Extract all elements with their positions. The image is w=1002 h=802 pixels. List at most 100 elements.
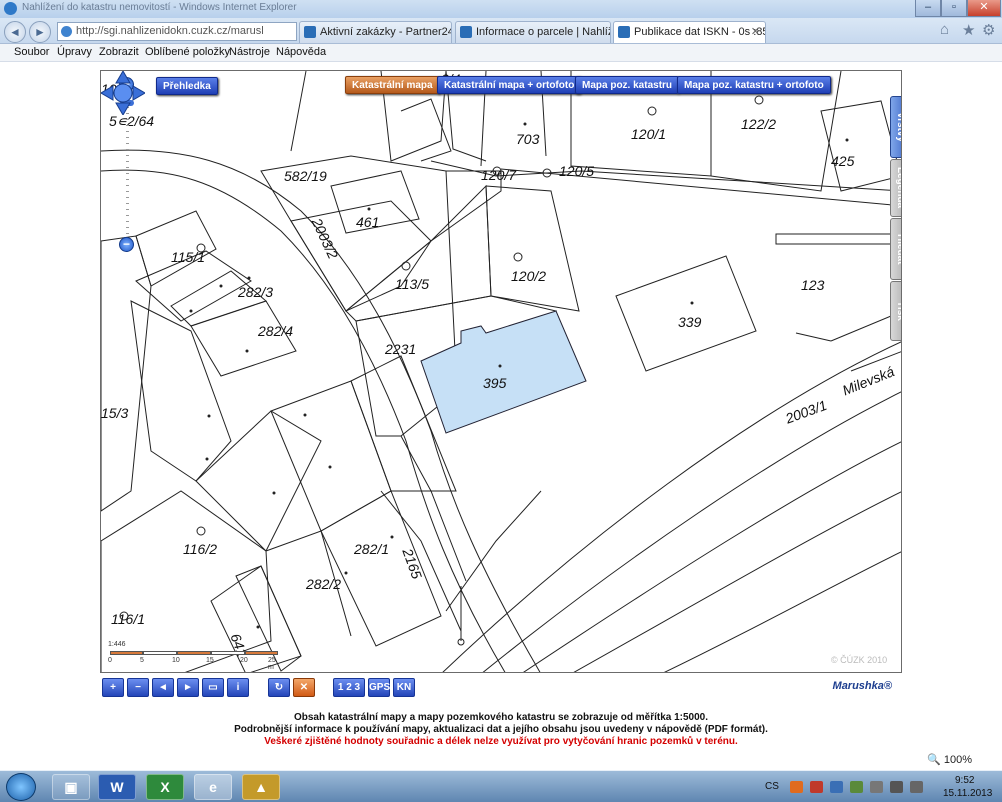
menu-zobrazit[interactable]: Zobrazit: [99, 46, 139, 58]
info-line-1: Obsah katastrální mapy a mapy pozemkovéh…: [293, 712, 709, 723]
tray-icon[interactable]: [870, 781, 883, 793]
tab-icon: [304, 26, 316, 38]
parcel-label: 282/1: [354, 541, 390, 557]
tab-tisk[interactable]: Tisk: [890, 281, 901, 341]
network-icon[interactable]: [890, 781, 903, 793]
info-button[interactable]: i: [227, 678, 249, 697]
selected-parcel-395[interactable]: [420, 310, 587, 434]
save-app-icon[interactable]: ▣: [52, 774, 90, 800]
volume-icon[interactable]: [910, 781, 923, 793]
tab-legenda[interactable]: Legenda: [890, 159, 901, 217]
overview-button[interactable]: Přehledka: [156, 77, 218, 95]
tab-label: Aktivní zakázky - Partner24: [320, 26, 452, 38]
parcel-label: 116/1: [111, 611, 145, 627]
parcel-label: 425: [831, 153, 855, 169]
parcel-label: 582/19: [284, 168, 327, 184]
info-line-2: Podrobnější informace k používání mapy, …: [234, 724, 768, 735]
word-icon[interactable]: W: [98, 774, 136, 800]
tray-icon[interactable]: [830, 781, 843, 793]
gps-button[interactable]: GPS: [368, 678, 390, 697]
parcel-label: 461: [356, 214, 380, 230]
layer-mapa-poz[interactable]: Mapa poz. katastru: [575, 76, 680, 94]
parcel-label: 282/2: [306, 576, 342, 592]
tools-gear-icon[interactable]: ⚙: [982, 21, 995, 39]
tab-informace[interactable]: Informace o parcele | Nahlížení...: [455, 21, 611, 43]
start-button[interactable]: [6, 773, 36, 801]
scale-tick: 10: [172, 657, 180, 664]
history-back-button[interactable]: ◄: [152, 678, 174, 697]
history-forward-button[interactable]: ►: [177, 678, 199, 697]
parcel-label: 339: [678, 314, 702, 330]
tray-icon[interactable]: [850, 781, 863, 793]
window-title: Nahlížení do katastru nemovitostí - Wind…: [22, 2, 297, 13]
excel-icon[interactable]: X: [146, 774, 184, 800]
layer-katastralni-mapa[interactable]: Katastrální mapa: [345, 76, 440, 94]
home-icon[interactable]: ⌂: [940, 21, 949, 38]
clock-time[interactable]: 9:52: [955, 775, 974, 786]
zoom-in-button[interactable]: +: [102, 678, 124, 697]
minimize-button[interactable]: ‒: [915, 0, 941, 17]
menu-oblibene[interactable]: Oblíbené položky: [145, 46, 230, 58]
navigation-bar: ◄ ► http://sgi.nahlizenidokn.cuzk.cz/mar…: [0, 18, 1002, 44]
browser-window: Nahlížení do katastru nemovitostí - Wind…: [0, 0, 1002, 802]
tab-partner24[interactable]: Aktivní zakázky - Partner24: [299, 21, 452, 43]
warning-text: Veškeré zjištěné hodnoty souřadnic a dél…: [264, 736, 738, 747]
cadastral-map[interactable]: 10 5∊2/64 703 120/1 122/2 425 582/19 120/7 120/5…: [100, 70, 902, 673]
kn-button[interactable]: KN: [393, 678, 415, 697]
map-info: Obsah katastrální mapy a mapy pozemkovéh…: [100, 712, 902, 748]
parcel-label: 120/5: [559, 163, 595, 179]
maximize-button[interactable]: ▫: [941, 0, 967, 17]
marushka-logo: Marushka®: [832, 680, 892, 692]
scale-tick: 15: [206, 657, 214, 664]
menu-nastroje[interactable]: Nástroje: [229, 46, 270, 58]
parcel-label: 116/2: [183, 541, 217, 557]
zoom-level[interactable]: 🔍 100%: [927, 753, 972, 766]
internet-explorer-icon[interactable]: e: [194, 774, 232, 800]
layer-mapa-poz-ortofoto[interactable]: Mapa poz. katastru + ortofoto: [677, 76, 831, 94]
favorites-icon[interactable]: ★: [962, 21, 975, 39]
clock-date[interactable]: 15.11.2013: [943, 788, 992, 799]
zoom-rectangle-button[interactable]: ▭: [202, 678, 224, 697]
menu-soubor[interactable]: Soubor: [14, 46, 49, 58]
parcel-label: 120/1: [631, 126, 667, 142]
back-button[interactable]: ◄: [4, 21, 26, 43]
parcel-label: 2231: [385, 341, 417, 357]
parcel-label: 113/5: [395, 276, 429, 292]
refresh-button[interactable]: ↻: [268, 678, 290, 697]
map-canvas[interactable]: [101, 71, 902, 673]
address-text: http://sgi.nahlizenidokn.cuzk.cz/marusl: [76, 25, 264, 37]
app-icon[interactable]: ▲: [242, 774, 280, 800]
tab-publikace[interactable]: Publikace dat ISKN - 0s :859... ✕: [613, 21, 766, 43]
pan-control-icon[interactable]: [101, 71, 145, 115]
copyright: © ČÚZK 2010: [831, 655, 888, 665]
menu-bar: Soubor Úpravy Zobrazit Oblíbené položky …: [0, 44, 1002, 62]
parcel-label: 15/3: [101, 405, 129, 421]
parcel-label: 395: [483, 375, 507, 391]
address-bar[interactable]: http://sgi.nahlizenidokn.cuzk.cz/marusl: [57, 22, 297, 41]
tray-icon[interactable]: [810, 781, 823, 793]
language-indicator[interactable]: CS: [765, 781, 779, 792]
tab-close-icon[interactable]: ✕: [751, 22, 760, 42]
parcel-label: 282/3: [238, 284, 274, 300]
tab-label: Publikace dat ISKN - 0s :859...: [634, 26, 765, 38]
tab-hledat[interactable]: Hledat: [890, 218, 901, 280]
parcel-label: 282/4: [258, 323, 294, 339]
menu-upravy[interactable]: Úpravy: [57, 46, 92, 58]
layer-katastralni-ortofoto[interactable]: Katastrální mapa + ortofoto: [437, 76, 582, 94]
tab-vrstvy[interactable]: Vrstvy: [890, 96, 901, 158]
tray-icon[interactable]: [790, 781, 803, 793]
zoom-slider-track[interactable]: [126, 101, 129, 241]
tab-icon: [460, 26, 472, 38]
measure-button[interactable]: 1 2 3: [333, 678, 365, 697]
scale-tick: 5: [140, 657, 144, 664]
scale-bar: 1:446 0 5 10 15 20 25 m: [108, 641, 283, 671]
parcel-label: 122/2: [741, 116, 777, 132]
page-content: 10 5∊2/64 703 120/1 122/2 425 582/19 120/7 120/5…: [0, 62, 1002, 766]
parcel-label: 120/2: [511, 268, 547, 284]
zoom-out-icon[interactable]: −: [119, 237, 134, 252]
zoom-out-button[interactable]: −: [127, 678, 149, 697]
forward-button[interactable]: ►: [29, 21, 51, 43]
close-button[interactable]: ✕: [967, 0, 1001, 17]
menu-napoveda[interactable]: Nápověda: [276, 46, 326, 58]
clear-button[interactable]: ✕: [293, 678, 315, 697]
